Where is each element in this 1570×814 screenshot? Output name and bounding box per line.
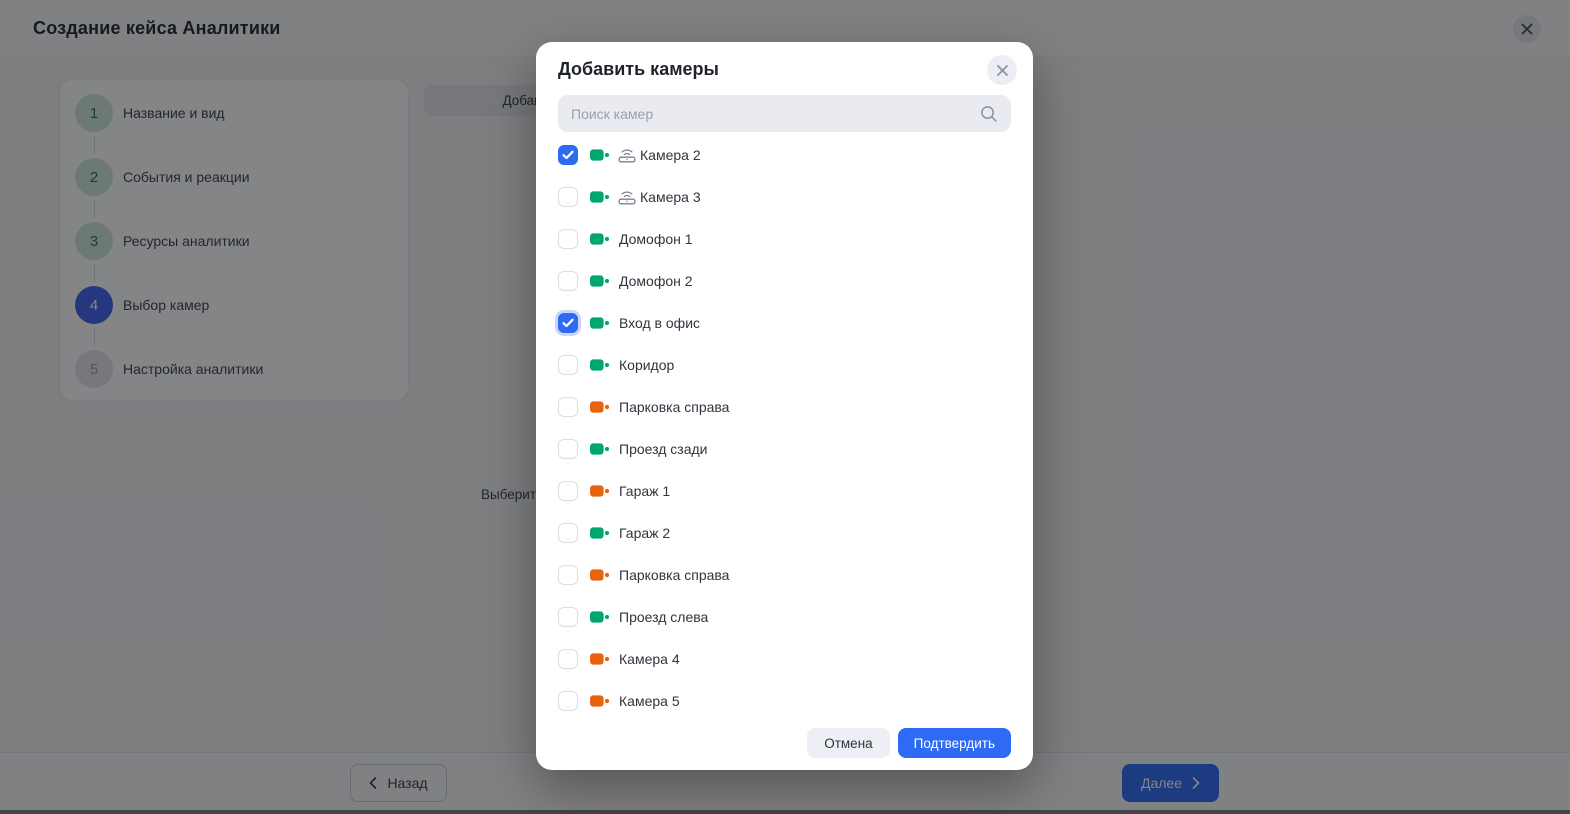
camera-checkbox[interactable] (558, 271, 578, 291)
camera-row: Проезд сзади (558, 428, 1011, 470)
camera-name: Камера 2 (640, 147, 701, 163)
camera-checkbox[interactable] (558, 607, 578, 627)
camera-checkbox[interactable] (558, 523, 578, 543)
camera-name: Домофон 2 (619, 273, 693, 289)
camera-checkbox[interactable] (558, 439, 578, 459)
camera-icon (590, 694, 611, 708)
close-icon (996, 64, 1009, 77)
camera-name: Проезд сзади (619, 441, 707, 457)
modal-close-button[interactable] (987, 55, 1017, 85)
camera-row: Камера 4 (558, 638, 1011, 680)
camera-row: Камера 5 (558, 680, 1011, 722)
modal-footer: Отмена Подтвердить (558, 728, 1011, 758)
page: Создание кейса Аналитики 1 Название и ви… (0, 0, 1570, 814)
camera-row: Домофон 1 (558, 218, 1011, 260)
camera-search-input[interactable] (571, 106, 979, 122)
camera-row: Гараж 2 (558, 512, 1011, 554)
camera-icon (590, 568, 611, 582)
camera-name: Парковка справа (619, 399, 729, 415)
camera-list: Камера 2 Камера 3 Домофон 1 Домофон 2 Вх (558, 134, 1011, 722)
camera-icon (590, 232, 611, 246)
camera-row: Камера 2 (558, 134, 1011, 176)
camera-checkbox[interactable] (558, 145, 578, 165)
camera-icon (590, 358, 611, 372)
camera-checkbox[interactable] (558, 565, 578, 585)
camera-checkbox[interactable] (558, 481, 578, 501)
camera-name: Гараж 2 (619, 525, 670, 541)
camera-icon (590, 316, 611, 330)
camera-row: Камера 3 (558, 176, 1011, 218)
camera-row: Парковка справа (558, 554, 1011, 596)
camera-row: Коридор (558, 344, 1011, 386)
camera-row: Гараж 1 (558, 470, 1011, 512)
camera-name: Парковка справа (619, 567, 729, 583)
camera-row: Парковка справа (558, 386, 1011, 428)
camera-name: Гараж 1 (619, 483, 670, 499)
camera-name: Вход в офис (619, 315, 700, 331)
camera-search (558, 95, 1011, 132)
confirm-button[interactable]: Подтвердить (898, 728, 1011, 758)
camera-name: Проезд слева (619, 609, 708, 625)
camera-checkbox[interactable] (558, 355, 578, 375)
camera-name: Коридор (619, 357, 674, 373)
gateway-icon (617, 147, 637, 163)
camera-name: Домофон 1 (619, 231, 693, 247)
camera-row: Вход в офис (558, 302, 1011, 344)
camera-icon (590, 652, 611, 666)
camera-icon (590, 274, 611, 288)
camera-name: Камера 3 (640, 189, 701, 205)
camera-checkbox[interactable] (558, 229, 578, 249)
camera-icon (590, 148, 611, 162)
camera-icon (590, 610, 611, 624)
camera-name: Камера 5 (619, 693, 680, 709)
gateway-icon (617, 189, 637, 205)
camera-icon (590, 526, 611, 540)
camera-checkbox[interactable] (558, 649, 578, 669)
search-icon (979, 104, 998, 123)
camera-row: Проезд слева (558, 596, 1011, 638)
camera-icon (590, 400, 611, 414)
camera-checkbox[interactable] (558, 397, 578, 417)
camera-name: Камера 4 (619, 651, 680, 667)
camera-checkbox[interactable] (558, 691, 578, 711)
add-cameras-modal: Добавить камеры Камера 2 (536, 42, 1033, 770)
camera-icon (590, 442, 611, 456)
camera-checkbox[interactable] (558, 313, 578, 333)
camera-row: Домофон 2 (558, 260, 1011, 302)
camera-checkbox[interactable] (558, 187, 578, 207)
cancel-button[interactable]: Отмена (807, 728, 889, 758)
camera-icon (590, 190, 611, 204)
modal-title: Добавить камеры (558, 42, 1011, 80)
camera-icon (590, 484, 611, 498)
